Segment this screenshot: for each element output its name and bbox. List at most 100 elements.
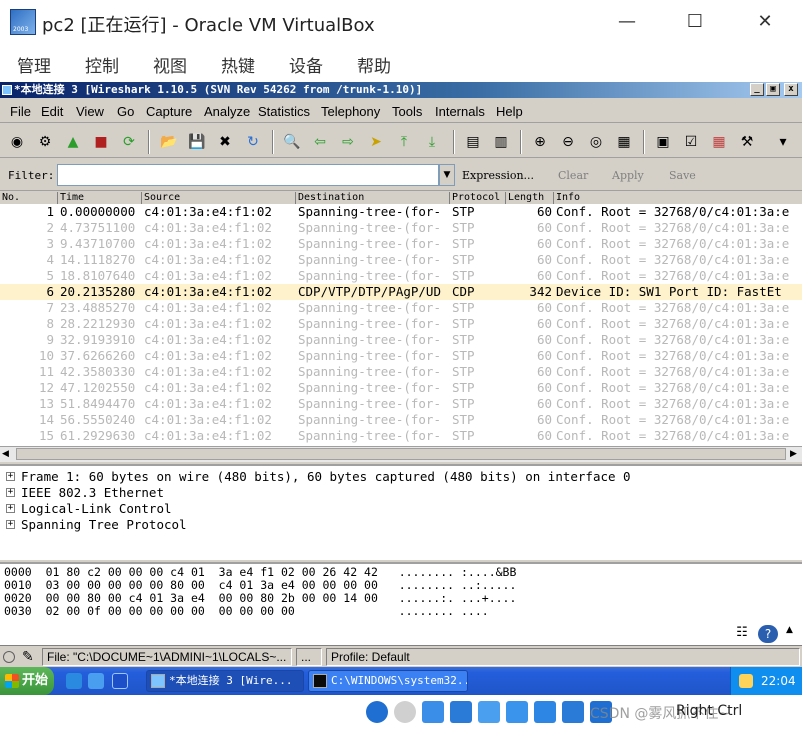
expression-button[interactable]: Expression...	[462, 169, 534, 182]
last-packet-icon[interactable]: ⤓	[423, 133, 441, 151]
packet-row[interactable]: 1 0.00000000 c4:01:3a:e4:f1:02 Spanning-tre…	[0, 204, 802, 220]
menu-telephony[interactable]: Telephony	[321, 104, 380, 119]
resize-columns-icon[interactable]: ▦	[615, 133, 633, 151]
zoom-in-icon[interactable]: ⊕	[531, 133, 549, 151]
column-length[interactable]: Length	[506, 192, 554, 204]
menu-statistics[interactable]: Statistics	[258, 104, 310, 119]
zoom-out-icon[interactable]: ⊖	[559, 133, 577, 151]
help-icon[interactable]: ?	[758, 625, 778, 643]
ie-icon[interactable]	[66, 673, 82, 689]
packet-row[interactable]: 6 20.2135280 c4:01:3a:e4:f1:02 CDP/VTP/DTP/…	[0, 284, 802, 300]
auto-scroll-icon[interactable]: ▥	[492, 133, 510, 151]
task-cmd[interactable]: C:\WINDOWS\system32...	[308, 670, 468, 692]
packet-row[interactable]: 8 28.2212930 c4:01:3a:e4:f1:02 Spanning-tre…	[0, 316, 802, 332]
outlook-icon[interactable]	[88, 673, 104, 689]
menu-internals[interactable]: Internals	[435, 104, 485, 119]
menu-view[interactable]: View	[76, 104, 104, 119]
packet-row[interactable]: 15 61.2929630 c4:01:3a:e4:f1:02 Spanning-tr…	[0, 428, 802, 444]
packet-row[interactable]: 7 23.4885270 c4:01:3a:e4:f1:02 Spanning-tre…	[0, 300, 802, 316]
minimize-button[interactable]: —	[604, 8, 650, 36]
packet-row[interactable]: 14 56.5550240 c4:01:3a:e4:f1:02 Spanning-tr…	[0, 412, 802, 428]
column-time[interactable]: Time	[58, 192, 142, 204]
packet-row[interactable]: 10 37.6266260 c4:01:3a:e4:f1:02 Spanning-tr…	[0, 348, 802, 364]
host-menu-devices[interactable]: 设备	[289, 52, 323, 77]
menu-file[interactable]: File	[10, 104, 31, 119]
close-button[interactable]: ✕	[742, 8, 788, 36]
go-to-packet-icon[interactable]: ➤	[367, 133, 385, 151]
toolbar-overflow-icon[interactable]: ▾	[774, 133, 792, 151]
hard-disk-icon[interactable]	[394, 701, 416, 723]
detail-row-frame[interactable]: + Frame 1: 60 bytes on wire (480 bits), 6…	[0, 469, 802, 485]
coloring-rules-icon[interactable]: ▦	[710, 133, 728, 151]
network-adapter-icon[interactable]	[450, 701, 472, 723]
restart-capture-icon[interactable]: ⟳	[120, 133, 138, 151]
host-menu-hotkey[interactable]: 热键	[221, 52, 255, 77]
stop-capture-icon[interactable]: ■	[92, 133, 110, 151]
edit-comment-icon[interactable]: ✎	[22, 648, 34, 665]
packet-list-hscrollbar[interactable]: ◀ ▶	[0, 446, 802, 462]
expand-icon[interactable]: +	[6, 504, 15, 513]
host-menu-manage[interactable]: 管理	[17, 52, 51, 77]
scrollbar-thumb[interactable]	[16, 448, 786, 460]
ws-close-button[interactable]: x	[784, 83, 798, 96]
first-packet-icon[interactable]: ⤒	[395, 133, 413, 151]
start-capture-icon[interactable]: ▲	[64, 133, 82, 151]
normal-size-icon[interactable]: ◎	[587, 133, 605, 151]
tray-icon[interactable]	[739, 674, 753, 688]
column-destination[interactable]: Destination	[296, 192, 450, 204]
detail-row-stp[interactable]: + Spanning Tree Protocol	[0, 517, 802, 533]
start-button[interactable]: 开始	[0, 667, 54, 695]
column-protocol[interactable]: Protocol	[450, 192, 506, 204]
interfaces-icon[interactable]: ◉	[8, 133, 26, 151]
reload-icon[interactable]: ↻	[244, 133, 262, 151]
usb-icon[interactable]	[478, 701, 500, 723]
host-menu-help[interactable]: 帮助	[357, 52, 391, 77]
expand-icon[interactable]: +	[6, 520, 15, 529]
menu-edit[interactable]: Edit	[41, 104, 63, 119]
bytes-row[interactable]: 0030 02 00 0f 00 00 00 00 00 00 00 00 00…	[4, 605, 489, 618]
colorize-icon[interactable]: ▤	[464, 133, 482, 151]
open-file-icon[interactable]: 📂	[160, 133, 178, 151]
menu-go[interactable]: Go	[117, 104, 134, 119]
packet-row[interactable]: 3 9.43710700 c4:01:3a:e4:f1:02 Spanning-tre…	[0, 236, 802, 252]
menu-analyze[interactable]: Analyze	[204, 104, 250, 119]
clear-button[interactable]: Clear	[558, 169, 588, 182]
audio-icon[interactable]	[422, 701, 444, 723]
find-packet-icon[interactable]: 🔍	[283, 133, 301, 151]
capture-options-icon[interactable]: ⚙	[36, 133, 54, 151]
preferences-icon[interactable]: ⚒	[738, 133, 756, 151]
scroll-left-icon[interactable]: ◀	[2, 449, 9, 459]
detail-row-llc[interactable]: + Logical-Link Control	[0, 501, 802, 517]
expert-info-icon[interactable]	[3, 651, 15, 663]
save-filter-button[interactable]: Save	[669, 169, 696, 182]
go-back-icon[interactable]: ⇦	[311, 133, 329, 151]
capture-filters-icon[interactable]: ▣	[654, 133, 672, 151]
optical-drive-icon[interactable]	[366, 701, 388, 723]
column-info[interactable]: Info	[554, 192, 802, 204]
packet-row[interactable]: 5 18.8107640 c4:01:3a:e4:f1:02 Spanning-tre…	[0, 268, 802, 284]
menu-tools[interactable]: Tools	[392, 104, 422, 119]
shared-folders-icon[interactable]	[506, 701, 528, 723]
ws-minimize-button[interactable]: _	[750, 83, 764, 96]
packet-row[interactable]: 2 4.73751100 c4:01:3a:e4:f1:02 Spanning-tre…	[0, 220, 802, 236]
menu-help[interactable]: Help	[496, 104, 523, 119]
scroll-right-icon[interactable]: ▶	[790, 449, 797, 459]
column-no[interactable]: No.	[0, 192, 58, 204]
close-file-icon[interactable]: ✖	[216, 133, 234, 151]
maximize-button[interactable]: ☐	[672, 8, 718, 36]
column-source[interactable]: Source	[142, 192, 296, 204]
detail-row-ethernet[interactable]: + IEEE 802.3 Ethernet	[0, 485, 802, 501]
show-desktop-icon[interactable]	[112, 673, 128, 689]
scroll-icon[interactable]: ▲	[786, 625, 793, 635]
menu-capture[interactable]: Capture	[146, 104, 192, 119]
host-menu-view[interactable]: 视图	[153, 52, 187, 77]
packet-row[interactable]: 4 14.1118270 c4:01:3a:e4:f1:02 Spanning-tre…	[0, 252, 802, 268]
filter-input[interactable]	[57, 164, 439, 186]
apply-button[interactable]: Apply	[612, 169, 644, 182]
display-icon[interactable]	[534, 701, 556, 723]
network-icon[interactable]: ☷	[730, 625, 754, 643]
recording-icon[interactable]	[562, 701, 584, 723]
save-file-icon[interactable]: 💾	[188, 133, 206, 151]
go-forward-icon[interactable]: ⇨	[339, 133, 357, 151]
display-filters-icon[interactable]: ☑	[682, 133, 700, 151]
